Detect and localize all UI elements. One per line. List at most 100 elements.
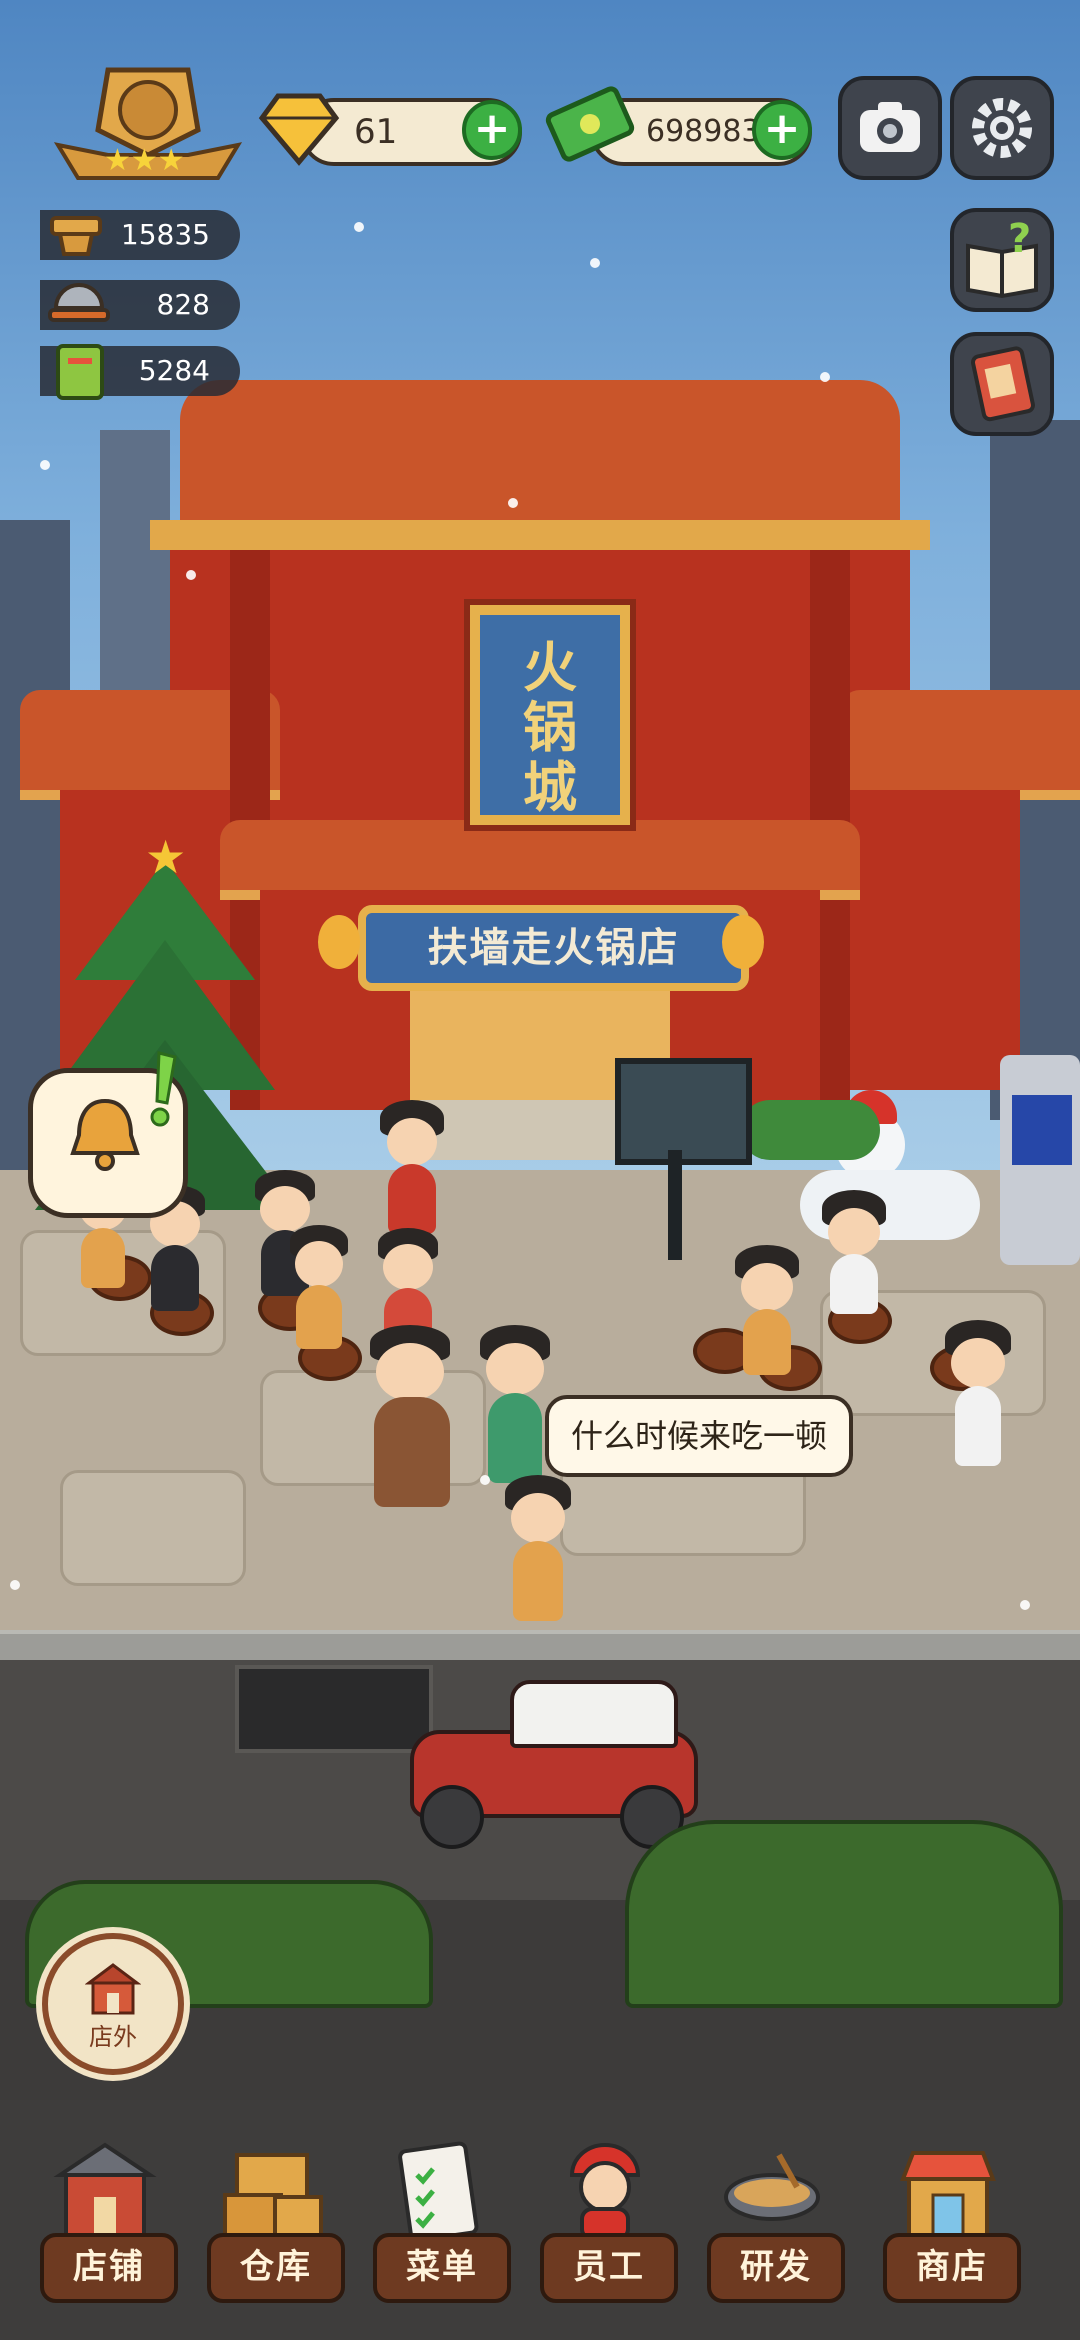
nav-store[interactable]: 商店 [868,2125,1028,2305]
snowflake [186,570,196,580]
storefront-icon [85,1963,141,2015]
lantern [722,915,764,969]
restaurant-name: 扶墙走火锅店 [427,924,680,971]
body [151,1245,199,1311]
nav-research[interactable]: 研发 [692,2125,852,2305]
body [955,1386,1001,1466]
help-book-icon: ? [966,216,1038,299]
gems-value: 61 [354,112,398,152]
cloche-icon [44,272,114,336]
paving-stone [260,1370,486,1486]
arcade-screen [1012,1095,1072,1165]
car-roof [510,1680,678,1748]
car-wheel [420,1785,484,1849]
plaque-char: 城 [523,755,577,819]
snowflake [10,1580,20,1590]
face [511,1493,565,1543]
recipe-book-button[interactable] [950,332,1054,436]
nav-shop[interactable]: 店铺 [25,2125,185,2305]
gear-icon [972,98,1032,158]
customer-speech-bubble: 什么时候来吃一顿 [545,1395,853,1477]
camera-icon [860,102,920,152]
rank-shield-icon: ★★★ [53,67,243,180]
red-car[interactable] [400,1680,700,1849]
right-wing [840,790,1020,1090]
body [296,1285,342,1349]
cash-icon [545,84,635,168]
body [488,1393,542,1483]
shop-building-icon [50,2135,160,2245]
stat-value-2: 828 [156,288,210,321]
svg-text:★★★: ★★★ [104,143,185,178]
nav-shop-label: 店铺 [40,2233,178,2303]
face [741,1263,793,1311]
face [486,1343,544,1395]
stat-value-3: 5284 [138,354,210,387]
snowflake [480,1475,490,1485]
add-gems-button[interactable]: + [462,100,522,160]
recipe-book-icon [970,346,1035,422]
body [830,1254,878,1314]
entrance-roof [220,820,860,900]
stat-value-1: 15835 [120,218,210,251]
tv-stand [668,1150,682,1260]
paving-stone [60,1470,246,1586]
cooking-pot-icon [717,2135,827,2245]
main-roof [180,380,900,540]
nav-warehouse[interactable]: 仓库 [192,2125,352,2305]
bell-icon [61,1095,149,1175]
snowflake [1020,1600,1030,1610]
add-cash-button[interactable]: + [752,100,812,160]
face [387,1118,437,1166]
arcade-machine[interactable] [1000,1055,1080,1265]
face [295,1241,343,1287]
face [383,1244,433,1290]
nav-menu-label: 菜单 [373,2233,511,2303]
right-roof [840,690,1080,800]
warehouse-boxes-icon [217,2135,327,2245]
body [743,1309,791,1375]
nav-staff-label: 员工 [540,2233,678,2303]
star-icon: ★ [145,830,187,884]
menu-clipboard-icon [383,2135,493,2245]
face [260,1186,310,1232]
face [951,1338,1005,1388]
outside-view-button[interactable]: 店外 [42,1933,184,2075]
hedge-right [625,1820,1063,2008]
bell-notification[interactable] [28,1051,188,1218]
lantern [318,915,360,969]
face [828,1208,880,1256]
body [374,1397,450,1507]
restaurant-plaque: 火 锅 城 [470,605,630,825]
settings-button[interactable] [950,76,1054,180]
tv-screen[interactable] [615,1058,752,1165]
restaurant-name-sign: 扶墙走火锅店 [358,905,749,991]
speech-text: 什么时候来吃一顿 [570,1417,827,1455]
snowflake [354,222,364,232]
pot-icon [44,204,108,264]
menu-book-icon [50,340,110,404]
camera-button[interactable] [838,76,942,180]
snowflake [40,460,50,470]
rank-badge[interactable]: ★★★ [48,60,248,190]
nav-staff[interactable]: 员工 [525,2125,685,2305]
body [513,1541,563,1621]
nav-menu[interactable]: 菜单 [358,2125,518,2305]
exclamation-icon [145,1051,179,1131]
help-book-button[interactable]: ? [950,208,1054,312]
roof-trim [150,520,930,550]
snowflake [508,498,518,508]
outside-label: 店外 [89,2023,137,2051]
sidewalk-curb [0,1630,1080,1664]
snowflake [590,258,600,268]
nav-warehouse-label: 仓库 [207,2233,345,2303]
body [388,1164,436,1234]
nav-research-label: 研发 [707,2233,845,2303]
hedge [740,1100,880,1160]
svg-text:?: ? [1008,216,1031,262]
face [376,1343,444,1401]
body [81,1228,125,1288]
gem-icon [258,88,340,168]
snowflake [820,372,830,382]
store-icon [893,2135,1003,2245]
